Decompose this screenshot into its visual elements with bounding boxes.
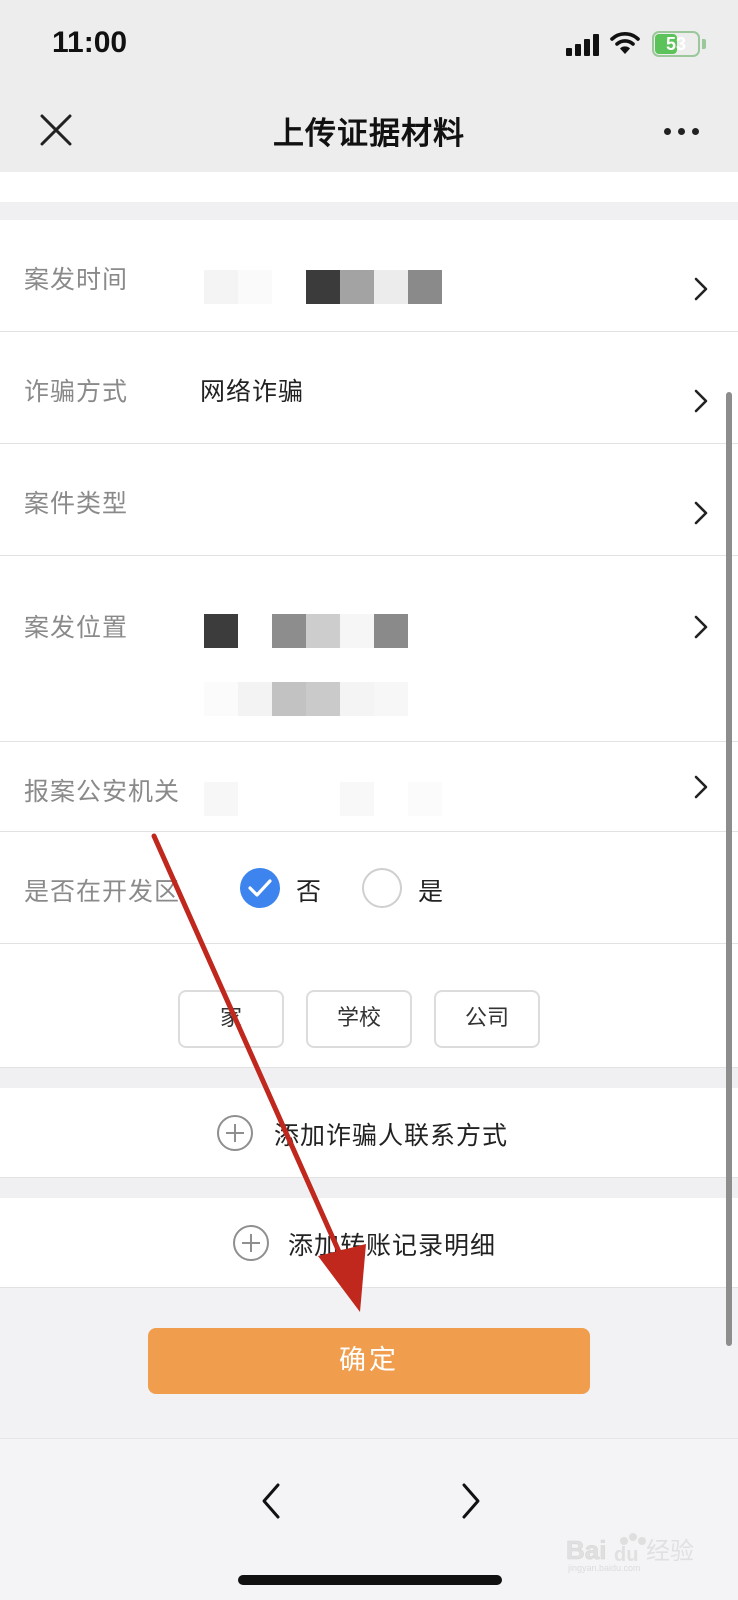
- redacted-value: [204, 614, 410, 716]
- check-icon: [248, 879, 272, 897]
- row-in-dev-zone: 是否在开发区 否 是: [0, 832, 738, 944]
- chevron-right-icon: [694, 389, 708, 413]
- row-label: 案件类型: [24, 489, 129, 518]
- section-divider: [0, 1068, 738, 1088]
- row-incident-location[interactable]: 案发位置: [0, 556, 738, 742]
- chip-school[interactable]: 学校: [306, 990, 412, 1048]
- section-divider: [0, 1178, 738, 1198]
- battery-cap: [702, 39, 706, 49]
- battery-percent: 53: [665, 34, 687, 54]
- row-fraud-method[interactable]: 诈骗方式 网络诈骗: [0, 332, 738, 444]
- radio-no[interactable]: [240, 868, 280, 908]
- status-bar: 11:00 53: [0, 0, 738, 90]
- chevron-right-icon: [694, 277, 708, 301]
- baidu-watermark-logo: Bai du 经验 jingyan.baidu.com: [566, 1533, 694, 1573]
- row-label: 是否在开发区: [24, 877, 181, 906]
- radio-yes-label: 是: [418, 877, 444, 906]
- top-spacer: [0, 172, 738, 202]
- row-value: 网络诈骗: [200, 377, 305, 406]
- radio-yes[interactable]: [362, 868, 402, 908]
- chip-company[interactable]: 公司: [434, 990, 540, 1048]
- row-label: 案发位置: [24, 613, 129, 642]
- scrollbar[interactable]: [726, 392, 732, 1346]
- plus-circle-icon: [233, 1225, 269, 1261]
- forward-icon[interactable]: [458, 1481, 484, 1521]
- plus-circle-icon: [217, 1115, 253, 1151]
- section-divider: [0, 202, 738, 220]
- page-title: 上传证据材料: [273, 116, 465, 152]
- svg-text:jingyan.baidu.com: jingyan.baidu.com: [567, 1563, 641, 1573]
- home-indicator: [238, 1575, 502, 1585]
- row-case-type[interactable]: 案件类型: [0, 444, 738, 556]
- chevron-right-icon: [694, 775, 708, 799]
- chip-home[interactable]: 家: [178, 990, 284, 1048]
- battery-icon: 53: [652, 31, 700, 57]
- chevron-right-icon: [694, 615, 708, 639]
- svg-text:经验: 经验: [646, 1537, 694, 1565]
- row-police-station[interactable]: 报案公安机关: [0, 742, 738, 832]
- redacted-value: [204, 782, 444, 816]
- add-transfer-record-button[interactable]: 添加转账记录明细: [0, 1198, 738, 1288]
- redacted-value: [204, 270, 444, 304]
- status-time: 11:00: [52, 26, 128, 59]
- row-label: 案发时间: [24, 265, 129, 294]
- add-fraudster-contact-label: 添加诈骗人联系方式: [274, 1121, 509, 1150]
- row-label: 诈骗方式: [24, 377, 129, 406]
- wifi-icon: [610, 32, 640, 54]
- add-transfer-record-label: 添加转账记录明细: [288, 1231, 497, 1260]
- radio-no-label: 否: [296, 877, 322, 906]
- signal-icon: [566, 34, 602, 56]
- row-incident-time[interactable]: 案发时间: [0, 220, 738, 332]
- row-label: 报案公安机关: [24, 777, 181, 806]
- svg-text:Bai: Bai: [566, 1535, 606, 1565]
- back-icon[interactable]: [258, 1481, 284, 1521]
- more-icon[interactable]: [662, 116, 702, 146]
- confirm-button[interactable]: 确定: [148, 1328, 590, 1394]
- bottom-toolbar: Bai du 经验 jingyan.baidu.com: [0, 1438, 738, 1600]
- nav-bar: 上传证据材料: [0, 90, 738, 172]
- chevron-right-icon: [694, 501, 708, 525]
- add-fraudster-contact-button[interactable]: 添加诈骗人联系方式: [0, 1088, 738, 1178]
